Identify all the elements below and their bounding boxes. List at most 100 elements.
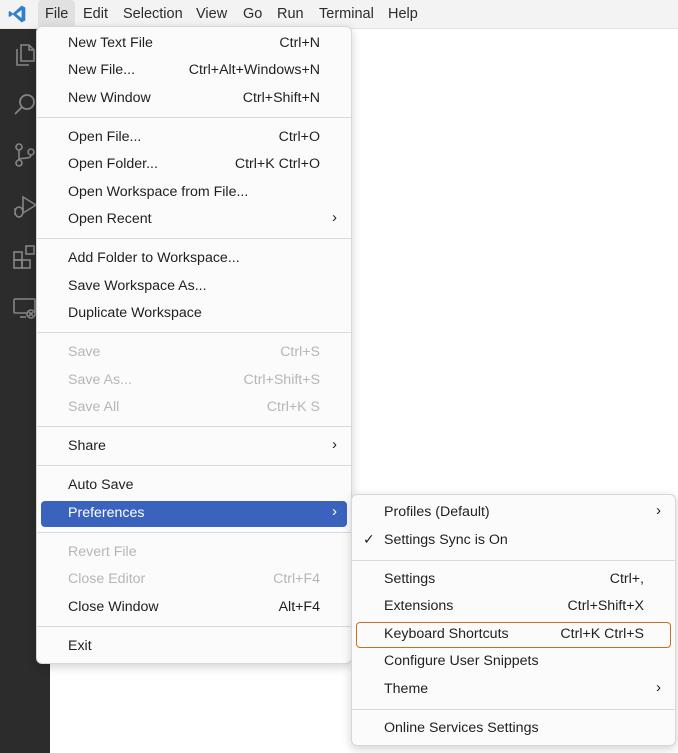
run-debug-icon[interactable] xyxy=(11,192,39,220)
menu-item-label: Add Folder to Workspace... xyxy=(68,250,240,266)
menu-item-shortcut: Ctrl+K S xyxy=(266,399,320,415)
extensions-icon[interactable] xyxy=(11,243,39,271)
menu-view[interactable]: View xyxy=(189,0,234,28)
menu-item-label: New Window xyxy=(68,90,151,106)
menu-item-online-services-settings[interactable]: Online Services Settings xyxy=(356,716,671,742)
menu-item-new-text-file[interactable]: New Text File Ctrl+N xyxy=(41,31,347,57)
menu-edit[interactable]: Edit xyxy=(76,0,115,28)
menu-item-share[interactable]: Share › xyxy=(41,434,347,460)
menu-item-save-all: Save All Ctrl+K S xyxy=(41,395,347,421)
menu-item-shortcut: Ctrl+F4 xyxy=(273,571,320,587)
menu-item-keyboard-shortcuts[interactable]: Keyboard Shortcuts Ctrl+K Ctrl+S xyxy=(356,622,671,648)
menu-run[interactable]: Run xyxy=(270,0,311,28)
menu-item-shortcut: Alt+F4 xyxy=(278,599,320,615)
menu-separator xyxy=(352,709,675,710)
menu-item-label: Duplicate Workspace xyxy=(68,305,202,321)
menu-separator xyxy=(37,426,351,427)
menu-item-save: Save Ctrl+S xyxy=(41,340,347,366)
menu-item-open-file[interactable]: Open File... Ctrl+O xyxy=(41,125,347,151)
menu-item-duplicate-workspace[interactable]: Duplicate Workspace xyxy=(41,301,347,327)
chevron-right-icon: › xyxy=(656,679,661,696)
menu-item-label: Open Recent xyxy=(68,211,152,227)
menu-item-shortcut: Ctrl+, xyxy=(609,571,644,587)
menu-item-shortcut: Ctrl+Shift+X xyxy=(567,598,645,614)
menu-item-shortcut: Ctrl+Alt+Windows+N xyxy=(188,62,320,78)
menu-item-settings-sync[interactable]: ✓ Settings Sync is On xyxy=(356,528,671,554)
menu-item-settings[interactable]: Settings Ctrl+, xyxy=(356,567,671,593)
menu-item-label: New File... xyxy=(68,62,136,78)
menu-go[interactable]: Go xyxy=(236,0,269,28)
menu-item-label: Close Editor xyxy=(68,571,146,587)
menu-item-label: Exit xyxy=(68,638,92,654)
menu-item-label: Open Folder... xyxy=(68,156,158,172)
menu-separator xyxy=(37,626,351,627)
menu-file[interactable]: File xyxy=(38,0,76,28)
menu-separator xyxy=(37,117,351,118)
menu-item-new-file[interactable]: New File... Ctrl+Alt+Windows+N xyxy=(41,58,347,84)
menu-item-configure-user-snippets[interactable]: Configure User Snippets xyxy=(356,649,671,675)
menu-separator xyxy=(37,532,351,533)
menu-terminal[interactable]: Terminal xyxy=(312,0,381,28)
menu-item-label: Preferences xyxy=(68,505,145,521)
source-control-icon[interactable] xyxy=(11,141,39,169)
checkmark-icon: ✓ xyxy=(363,531,375,547)
menu-separator xyxy=(352,560,675,561)
menu-item-close-editor: Close Editor Ctrl+F4 xyxy=(41,567,347,593)
menu-item-save-as: Save As... Ctrl+Shift+S xyxy=(41,368,347,394)
menu-item-open-workspace-from-file[interactable]: Open Workspace from File... xyxy=(41,180,347,206)
menu-item-revert-file: Revert File xyxy=(41,540,347,566)
explorer-icon[interactable] xyxy=(11,41,39,69)
search-icon[interactable] xyxy=(11,91,39,119)
menu-item-label: Open Workspace from File... xyxy=(68,184,249,200)
menu-separator xyxy=(37,465,351,466)
menu-item-label: Revert File xyxy=(68,544,137,560)
menu-item-exit[interactable]: Exit xyxy=(41,634,347,660)
menu-separator xyxy=(37,238,351,239)
menu-item-profiles[interactable]: Profiles (Default) › xyxy=(356,500,671,526)
menu-help[interactable]: Help xyxy=(381,0,425,28)
menu-item-shortcut: Ctrl+Shift+S xyxy=(243,372,321,388)
menu-item-label: Save xyxy=(68,344,101,360)
menu-selection[interactable]: Selection xyxy=(116,0,190,28)
menu-item-shortcut: Ctrl+Shift+N xyxy=(242,90,320,106)
chevron-right-icon: › xyxy=(332,209,337,226)
menu-item-label: Share xyxy=(68,438,106,454)
chevron-right-icon: › xyxy=(656,502,661,519)
menu-item-extensions[interactable]: Extensions Ctrl+Shift+X xyxy=(356,594,671,620)
vscode-logo-icon[interactable] xyxy=(6,4,28,24)
menu-item-label: Auto Save xyxy=(68,477,134,493)
menu-item-label: Profiles (Default) xyxy=(384,504,490,520)
chevron-right-icon: › xyxy=(332,436,337,453)
preferences-submenu: Profiles (Default) › ✓ Settings Sync is … xyxy=(351,494,676,746)
menu-item-label: Extensions xyxy=(384,598,454,614)
menu-item-preferences[interactable]: Preferences › xyxy=(41,501,347,527)
menu-item-label: Online Services Settings xyxy=(384,720,539,736)
menu-item-shortcut: Ctrl+O xyxy=(278,129,320,145)
menu-item-open-folder[interactable]: Open Folder... Ctrl+K Ctrl+O xyxy=(41,152,347,178)
menu-item-add-folder-to-workspace[interactable]: Add Folder to Workspace... xyxy=(41,246,347,272)
menu-item-label: Save As... xyxy=(68,372,132,388)
remote-explorer-icon[interactable] xyxy=(11,294,39,322)
menu-item-shortcut: Ctrl+S xyxy=(280,344,320,360)
menu-item-label: New Text File xyxy=(68,35,153,51)
menu-item-label: Keyboard Shortcuts xyxy=(384,626,509,642)
menu-item-label: Save Workspace As... xyxy=(68,278,207,294)
menu-item-label: Theme xyxy=(384,681,429,697)
menu-item-label: Configure User Snippets xyxy=(384,653,539,669)
menu-item-label: Close Window xyxy=(68,599,159,615)
menu-separator xyxy=(37,332,351,333)
menu-item-label: Open File... xyxy=(68,129,142,145)
menu-bar: File Edit Selection View Go Run Terminal… xyxy=(0,0,678,29)
menu-item-label: Settings xyxy=(384,571,436,587)
file-menu: New Text File Ctrl+N New File... Ctrl+Al… xyxy=(36,26,352,664)
menu-item-auto-save[interactable]: Auto Save xyxy=(41,473,347,499)
menu-item-close-window[interactable]: Close Window Alt+F4 xyxy=(41,595,347,621)
chevron-right-icon: › xyxy=(332,503,337,520)
menu-item-open-recent[interactable]: Open Recent › xyxy=(41,207,347,233)
menu-item-shortcut: Ctrl+K Ctrl+O xyxy=(234,156,320,172)
menu-item-new-window[interactable]: New Window Ctrl+Shift+N xyxy=(41,86,347,112)
menu-item-label: Settings Sync is On xyxy=(384,532,508,548)
menu-item-shortcut: Ctrl+N xyxy=(279,35,320,51)
menu-item-theme[interactable]: Theme › xyxy=(356,677,671,703)
menu-item-save-workspace-as[interactable]: Save Workspace As... xyxy=(41,274,347,300)
